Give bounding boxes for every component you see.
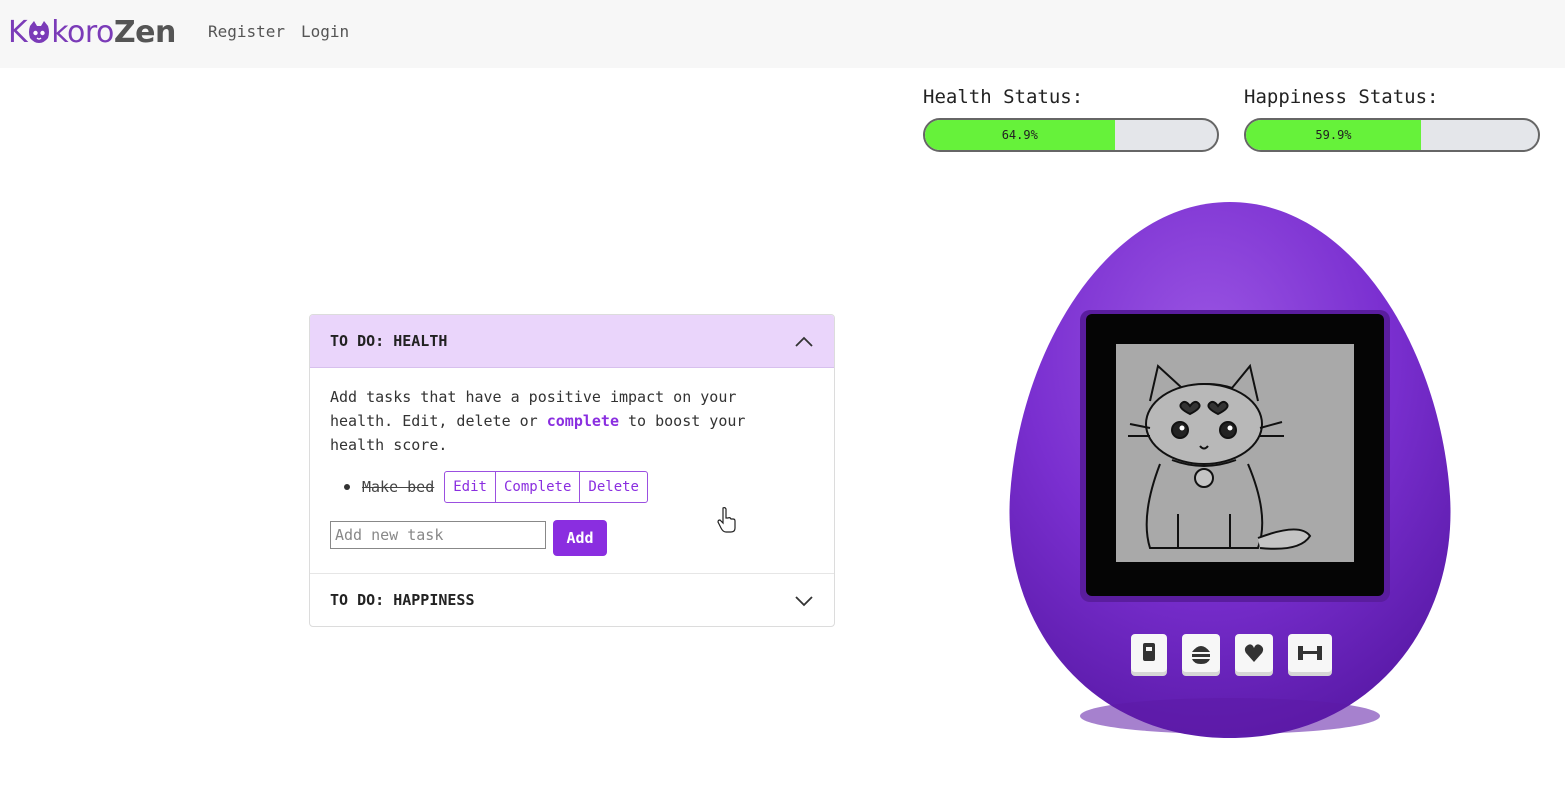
navbar: K koro Zen Register Login — [0, 0, 1565, 68]
happiness-progress-value: 59.9% — [1315, 128, 1352, 142]
kokorozen-logo[interactable]: K koro Zen — [8, 14, 176, 50]
cat-face-icon — [29, 21, 50, 43]
list-item: Make bed Edit Complete Delete — [344, 471, 648, 503]
description-highlight: complete — [546, 412, 619, 430]
chevron-down-icon — [795, 596, 813, 607]
login-link[interactable]: Login — [301, 22, 349, 41]
health-progress-bar: 64.9% — [923, 118, 1219, 152]
complete-task-button[interactable]: Complete — [496, 472, 581, 502]
food-icon[interactable] — [1131, 634, 1167, 676]
health-description: Add tasks that have a positive impact on… — [330, 385, 800, 457]
accordion-header-health[interactable]: TO DO: HEALTH — [310, 315, 834, 368]
health-status-label: Health Status: — [923, 86, 1084, 108]
tamagotchi-device — [1009, 202, 1451, 738]
add-task-button[interactable]: Add — [553, 520, 607, 556]
task-text: Make bed — [362, 478, 435, 496]
hand-cursor-icon — [717, 507, 736, 533]
heart-icon[interactable] — [1235, 634, 1273, 676]
delete-task-button[interactable]: Delete — [580, 472, 647, 502]
accordion-title-health: TO DO: HEALTH — [330, 332, 448, 350]
accordion-header-happiness[interactable]: TO DO: HAPPINESS — [310, 573, 834, 626]
new-task-input[interactable] — [330, 521, 546, 549]
bullet — [344, 484, 350, 490]
logo-text-zen: Zen — [113, 14, 176, 50]
screen — [1116, 344, 1354, 562]
health-progress-value: 64.9% — [1001, 128, 1038, 142]
logo-text-koro: koro — [51, 14, 114, 50]
accordion-title-happiness: TO DO: HAPPINESS — [330, 591, 475, 609]
todo-accordion: TO DO: HEALTH Add tasks that have a posi… — [309, 314, 835, 627]
edit-task-button[interactable]: Edit — [445, 472, 496, 502]
logo-letter-k: K — [8, 14, 28, 50]
burger-icon[interactable] — [1182, 634, 1220, 676]
happiness-progress-bar: 59.9% — [1244, 118, 1540, 152]
chevron-up-icon — [795, 336, 813, 347]
dumbbell-icon[interactable] — [1288, 634, 1332, 676]
register-link[interactable]: Register — [208, 22, 285, 41]
happiness-status-label: Happiness Status: — [1244, 86, 1439, 108]
task-actions: Edit Complete Delete — [444, 471, 648, 503]
